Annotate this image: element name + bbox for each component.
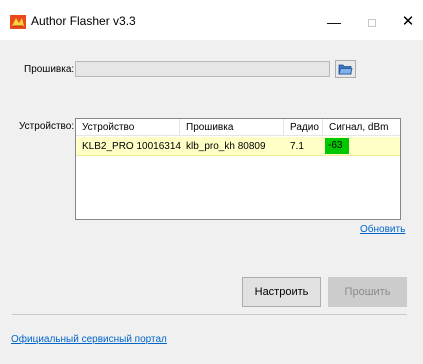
column-header-device[interactable]: Устройство: [76, 119, 180, 136]
divider: [12, 314, 407, 315]
radio-version-cell: 7.1: [290, 141, 304, 152]
close-button[interactable]: ✕: [393, 10, 423, 34]
device-label: Устройство:: [19, 121, 75, 132]
column-header-radio[interactable]: Радио: [284, 119, 323, 136]
device-list[interactable]: Устройство Прошивка Радио Сигнал, dBm KL…: [75, 118, 401, 220]
minimize-button[interactable]: —: [319, 10, 349, 34]
firmware-label: Прошивка:: [24, 64, 75, 75]
configure-button[interactable]: Настроить: [242, 277, 321, 307]
app-logo-icon: [10, 15, 26, 29]
firmware-path-input[interactable]: [75, 61, 330, 77]
column-header-signal[interactable]: Сигнал, dBm: [323, 119, 400, 136]
table-row[interactable]: KLB2_PRO 10016314 klb_pro_kh 80809 7.1 -…: [76, 137, 400, 156]
flash-button[interactable]: Прошить: [328, 277, 407, 307]
browse-firmware-button[interactable]: [335, 60, 356, 78]
column-header-firmware[interactable]: Прошивка: [180, 119, 284, 136]
device-list-header: Устройство Прошивка Радио Сигнал, dBm: [76, 119, 400, 136]
window-title: Author Flasher v3.3: [31, 14, 136, 28]
firmware-version-cell: klb_pro_kh 80809: [186, 141, 266, 152]
maximize-icon: [368, 19, 376, 28]
folder-open-icon: [338, 64, 353, 74]
service-portal-link[interactable]: Официальный сервисный портал: [11, 334, 167, 345]
device-name-cell: KLB2_PRO 10016314: [82, 141, 181, 152]
title-bar: Author Flasher v3.3 — ✕: [0, 0, 423, 40]
signal-strength-cell: -63: [325, 138, 349, 154]
maximize-button[interactable]: [357, 10, 387, 34]
refresh-link[interactable]: Обновить: [360, 224, 405, 235]
